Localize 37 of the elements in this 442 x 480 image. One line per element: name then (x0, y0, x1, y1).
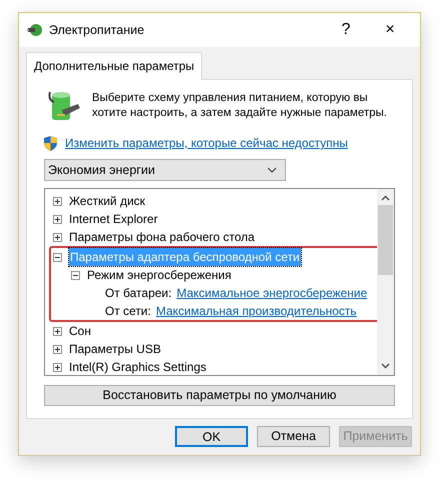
scroll-down-icon[interactable] (381, 363, 390, 369)
expand-toggle-icon[interactable] (53, 232, 62, 242)
tab[interactable]: Дополнительные параметры (26, 52, 202, 80)
shield-icon (44, 136, 57, 150)
tree-item[interactable]: Режим энергосбережения (87, 266, 232, 284)
tree-item[interactable]: Параметры USB (69, 340, 161, 358)
tree-item[interactable]: Жесткий диск (69, 192, 146, 210)
expand-toggle-icon[interactable] (53, 214, 62, 224)
tree-item[interactable]: Intel(R) Graphics Settings (69, 358, 206, 375)
setting-value-link[interactable]: Максимальное энергосбережение (176, 284, 368, 302)
plan-dropdown[interactable]: Экономия энергии (44, 159, 286, 181)
collapse-toggle-icon[interactable] (53, 252, 62, 262)
collapse-toggle-icon[interactable] (71, 270, 80, 280)
description-text: Выберите схему управления питанием, которую вы хотите настроить, а затем задайте нужные параметры. (92, 91, 388, 121)
expand-toggle-icon[interactable] (53, 344, 62, 354)
tree-item[interactable]: Параметры фона рабочего стола (69, 228, 255, 246)
dialog-button[interactable]: Отмена (257, 426, 330, 447)
close-button[interactable]: × (368, 22, 412, 38)
setting-label: От батареи: (105, 285, 172, 302)
setting-label: От сети: (105, 303, 151, 320)
setting-value-link[interactable]: Максимальная производительность (156, 302, 357, 320)
chevron-down-icon (267, 167, 277, 173)
help-button[interactable]: ? (324, 22, 368, 38)
scrollbar-thumb[interactable] (378, 205, 393, 275)
expand-toggle-icon[interactable] (53, 326, 62, 336)
settings-tree[interactable] (44, 188, 395, 376)
scroll-up-icon[interactable] (381, 195, 390, 201)
tree-item[interactable]: Internet Explorer (69, 210, 158, 228)
expand-toggle-icon[interactable] (53, 196, 62, 206)
window-title: Электропитание (49, 22, 146, 39)
scrollbar[interactable] (377, 189, 394, 375)
restore-defaults-button[interactable]: Восстановить параметры по умолчанию (44, 385, 395, 406)
tree-item[interactable]: Сон (69, 322, 91, 340)
expand-toggle-icon[interactable] (53, 362, 62, 372)
dialog-button[interactable]: OK (175, 426, 248, 447)
admin-settings-link[interactable]: Изменить параметры, которые сейчас недоступны (65, 134, 348, 152)
power-plug-icon (27, 22, 43, 38)
